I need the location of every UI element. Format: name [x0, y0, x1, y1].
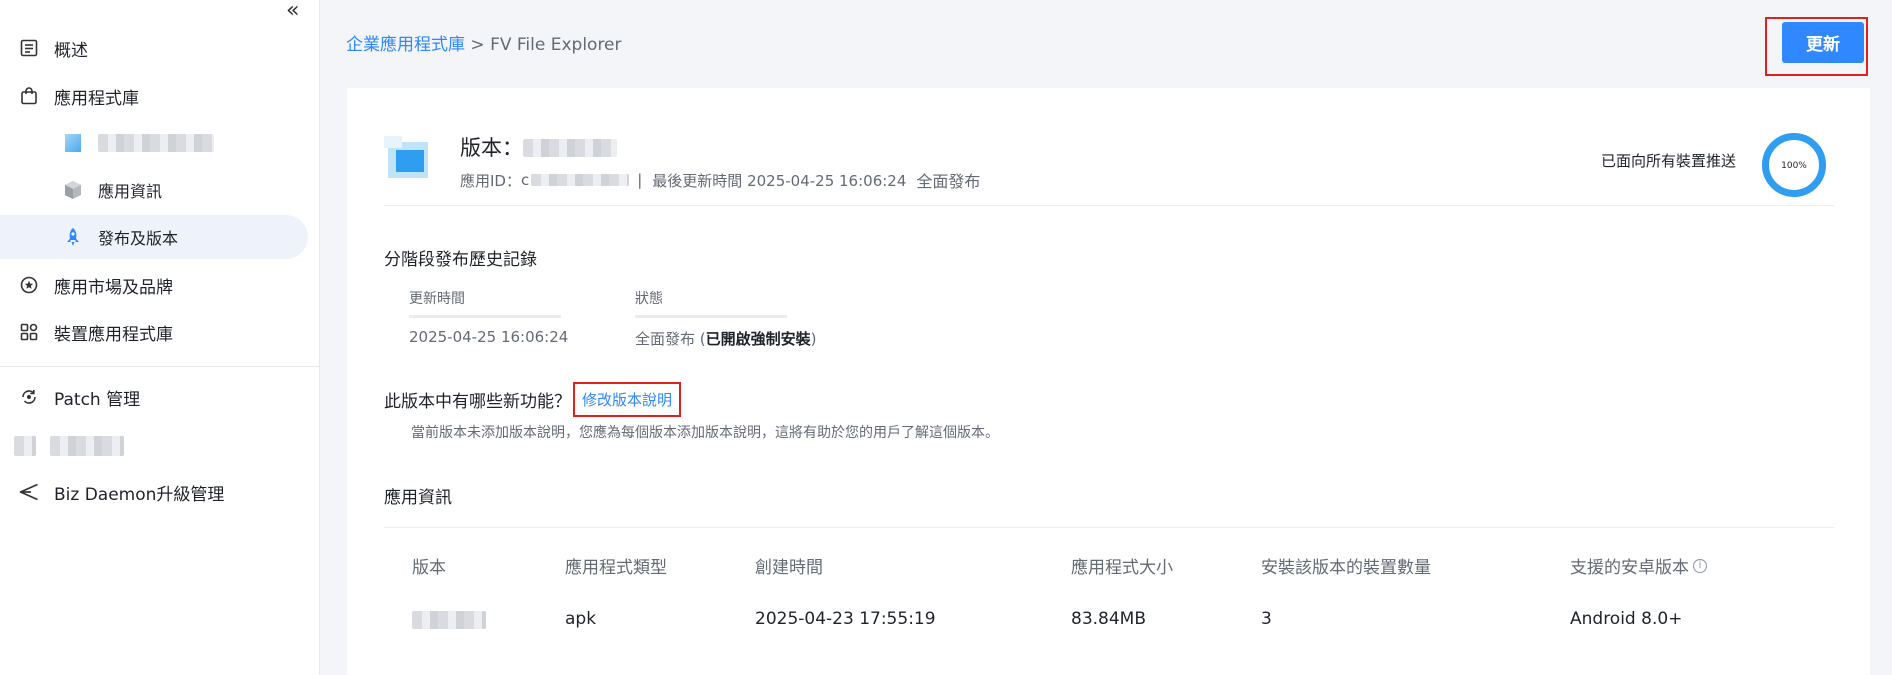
- redacted-app-name: [98, 134, 214, 152]
- breadcrumb-current: FV File Explorer: [490, 35, 622, 55]
- breadcrumb-link-app-library[interactable]: 企業應用程式庫: [346, 35, 465, 55]
- whats-new-title: 此版本中有哪些新功能？: [384, 392, 571, 412]
- cell-version: [412, 611, 486, 634]
- version-prefix: 版本：: [460, 136, 523, 160]
- sidebar-item-label: 應用市場及品牌: [54, 277, 173, 298]
- rocket-icon: [62, 226, 84, 248]
- sidebar-item-current-app[interactable]: [0, 121, 308, 165]
- whats-new-row: 此版本中有哪些新功能？ 修改版本說明: [384, 382, 682, 417]
- sidebar-item-label: 應用程式庫: [54, 88, 139, 109]
- cell-size: 83.84MB: [1071, 609, 1146, 629]
- app-info-divider: [384, 527, 1834, 528]
- sidebar-divider: [0, 366, 320, 367]
- col-created: 創建時間: [755, 558, 823, 578]
- collapse-sidebar-icon[interactable]: «: [286, 0, 308, 24]
- header-divider: [384, 205, 1834, 206]
- patch-icon: [18, 386, 40, 408]
- bag-icon: [18, 85, 40, 107]
- history-time-value: 2025-04-25 16:06:24: [409, 328, 569, 346]
- col-android-version: 支援的安卓版本 i: [1570, 553, 1707, 578]
- push-progress-ring: 100%: [1761, 132, 1827, 198]
- update-button[interactable]: 更新: [1782, 22, 1864, 63]
- sidebar-item-app-info[interactable]: 應用資訊: [0, 168, 308, 212]
- breadcrumb-separator: >: [465, 35, 491, 55]
- push-status-text: 已面向所有裝置推送: [1601, 152, 1737, 170]
- apps-grid-icon: [18, 321, 40, 343]
- app-id-visible: c: [520, 171, 530, 189]
- send-icon: [18, 481, 40, 503]
- release-notes-hint: 當前版本未添加版本說明，您應為每個版本添加版本說明，這將有助於您的用戶了解這個版…: [411, 425, 999, 441]
- sidebar-item-biz-daemon[interactable]: Biz Daemon升級管理: [0, 470, 320, 514]
- history-status-value: 全面發布 (已開啟強制安裝): [635, 328, 817, 349]
- edit-notes-highlight: 修改版本說明: [573, 382, 682, 417]
- sidebar-item-label: 發布及版本: [98, 229, 179, 248]
- col-version: 版本: [412, 558, 446, 578]
- redacted-app-id: [531, 174, 630, 186]
- sidebar-item-label: 應用資訊: [98, 182, 163, 201]
- sidebar-item-redacted[interactable]: [0, 424, 320, 468]
- history-col-status-underline: [635, 315, 787, 318]
- last-update-time: 最後更新時間 2025-04-25 16:06:24: [652, 171, 907, 190]
- sidebar-item-release-version[interactable]: 發布及版本: [0, 215, 308, 259]
- app-icon: [384, 136, 432, 184]
- sidebar-item-label: 裝置應用程式庫: [54, 324, 173, 345]
- cell-device-count: 3: [1261, 609, 1272, 629]
- status-paren-close: ): [810, 330, 817, 348]
- version-detail-card: 版本： 應用ID： c | 最後更新時間 2025-04-25 16:06:24…: [347, 88, 1870, 675]
- app-info-title: 應用資訊: [384, 488, 452, 508]
- cube-icon: [62, 179, 84, 201]
- history-col-time-underline: [409, 315, 561, 318]
- sidebar-item-market-brand[interactable]: 應用市場及品牌: [0, 263, 320, 307]
- sidebar-item-label: 概述: [54, 40, 88, 61]
- col-app-type: 應用程式類型: [565, 558, 667, 578]
- redacted-icon: [14, 436, 36, 456]
- history-col-time: 更新時間: [409, 291, 465, 307]
- redacted-version-cell: [412, 611, 486, 629]
- sidebar-item-label: Biz Daemon升級管理: [54, 484, 225, 505]
- edit-release-notes-link[interactable]: 修改版本說明: [582, 391, 672, 409]
- sidebar-item-label: Patch 管理: [54, 389, 141, 410]
- sidebar-item-device-apps[interactable]: 裝置應用程式庫: [0, 310, 320, 354]
- release-status: 全面發布: [916, 172, 981, 191]
- redacted-version: [523, 139, 617, 157]
- overview-icon: [18, 37, 40, 59]
- history-title: 分階段發布歷史記錄: [384, 250, 537, 270]
- sidebar: « 概述 應用程式庫 應用資訊 發布及版本 應用市場及品牌 裝置應用程式庫 Pa…: [0, 0, 320, 675]
- cell-android-version: Android 8.0+: [1570, 609, 1683, 629]
- progress-label: 100%: [1781, 161, 1807, 171]
- cell-app-type: apk: [565, 609, 597, 629]
- version-meta: 應用ID： c | 最後更新時間 2025-04-25 16:06:24 全面發…: [460, 168, 980, 192]
- history-col-status: 狀態: [635, 291, 663, 307]
- redacted-label: [50, 436, 124, 456]
- info-icon[interactable]: i: [1693, 558, 1707, 573]
- status-paren-open: (: [695, 330, 706, 348]
- meta-separator: |: [637, 171, 643, 189]
- sidebar-item-overview[interactable]: 概述: [0, 26, 320, 70]
- col-device-count: 安裝該版本的裝置數量: [1261, 558, 1431, 578]
- star-circle-icon: [18, 274, 40, 296]
- update-button-highlight: 更新: [1765, 17, 1868, 76]
- status-text: 全面發布: [635, 330, 696, 348]
- version-title: 版本：: [460, 132, 617, 162]
- sidebar-item-app-library[interactable]: 應用程式庫: [0, 74, 320, 118]
- cell-created: 2025-04-23 17:55:19: [755, 609, 936, 629]
- sidebar-item-patch[interactable]: Patch 管理: [0, 375, 320, 419]
- app-thumb-icon: [62, 132, 84, 154]
- breadcrumb: 企業應用程式庫 > FV File Explorer: [346, 30, 622, 55]
- app-id-label: 應用ID：: [460, 171, 521, 190]
- col-android-version-label: 支援的安卓版本: [1570, 558, 1689, 578]
- forced-install-flag: 已開啟強制安裝: [705, 330, 811, 348]
- col-size: 應用程式大小: [1071, 558, 1173, 578]
